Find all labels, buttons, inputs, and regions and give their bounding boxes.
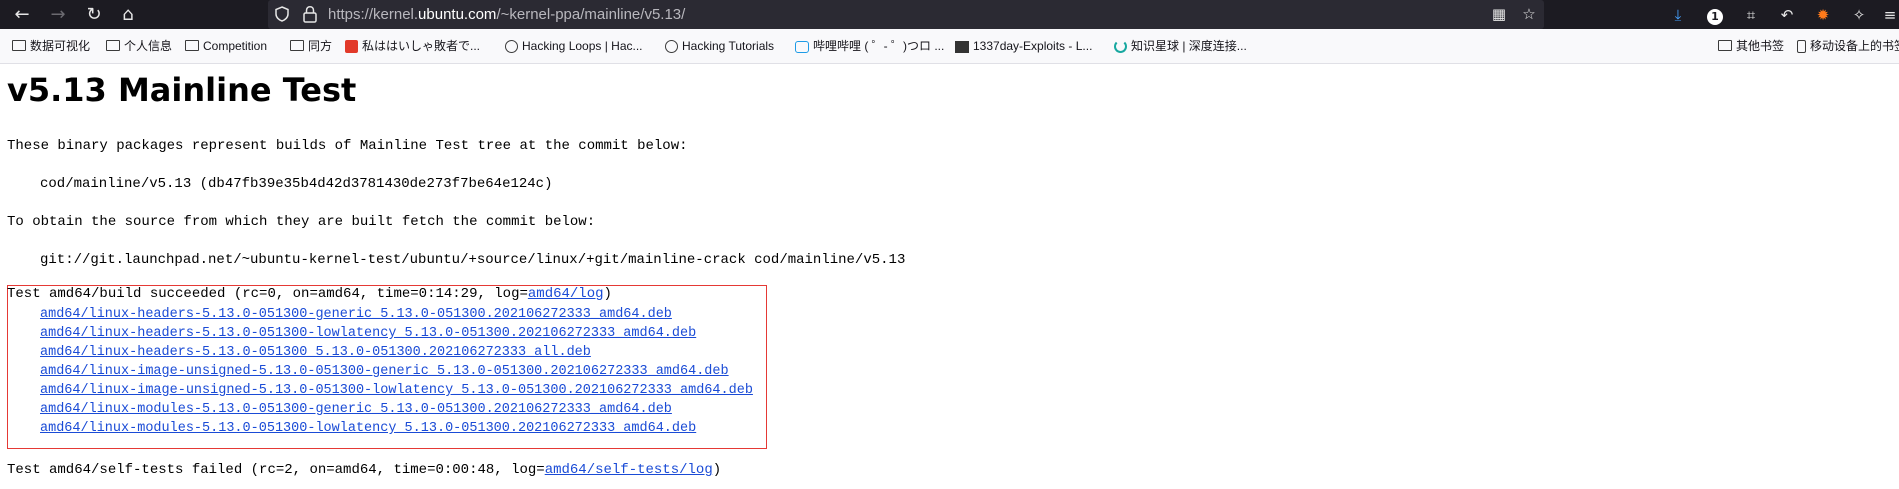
crop-icon[interactable]: ⌗ (1741, 5, 1761, 25)
selftest-status-line: Test amd64/self-tests failed (rc=2, on=a… (7, 461, 721, 480)
shield-icon[interactable] (274, 6, 290, 22)
reload-icon[interactable]: ↻ (80, 0, 108, 29)
deb-file-link[interactable]: amd64/linux-modules-5.13.0-051300-generi… (40, 400, 753, 419)
url-text[interactable]: https://kernel.ubuntu.com/~kernel-ppa/ma… (328, 0, 685, 29)
bookmark-link[interactable]: Hacking Loops | Hac... (505, 29, 643, 63)
deb-file-link[interactable]: amd64/linux-headers-5.13.0-051300-lowlat… (40, 324, 753, 343)
address-bar[interactable]: https://kernel.ubuntu.com/~kernel-ppa/ma… (268, 0, 1544, 29)
home-icon[interactable]: ⌂ (114, 0, 142, 29)
tv-icon (795, 40, 809, 53)
red-square-icon (345, 40, 358, 54)
bookmark-folder[interactable]: 数据可视化 (12, 29, 90, 63)
bookmarks-bar: 数据可视化 个人信息 Competition 同方 私ははいしゃ敗者で... H… (0, 29, 1899, 64)
bookmark-label: Competition (203, 39, 268, 53)
bookmark-link[interactable]: Hacking Tutorials (665, 29, 774, 63)
deb-file-link[interactable]: amd64/linux-modules-5.13.0-051300-lowlat… (40, 419, 753, 438)
deb-file-link[interactable]: amd64/linux-headers-5.13.0-051300-generi… (40, 305, 753, 324)
fetch-line: git://git.launchpad.net/~ubuntu-kernel-t… (40, 252, 906, 268)
bookmark-link[interactable]: 1337day-Exploits - L... (955, 29, 1092, 63)
bookmark-label: 同方 (308, 39, 333, 53)
commit-line: cod/mainline/v5.13 (db47fb39e35b4d42d378… (40, 176, 553, 192)
bookmark-label: 其他书签 (1736, 39, 1785, 53)
folder-icon (1718, 40, 1732, 52)
bookmark-label: 个人信息 (124, 39, 173, 53)
menu-icon[interactable]: ≡ (1880, 5, 1899, 25)
build-status-close: ) (603, 286, 612, 302)
dark-square-icon (955, 40, 969, 53)
bookmark-label: Hacking Tutorials (682, 39, 775, 53)
bookmark-link[interactable]: 私ははいしゃ敗者で... (345, 29, 480, 63)
globe-icon (665, 40, 678, 54)
notification-badge-icon[interactable]: 1 (1705, 5, 1725, 25)
folder-icon (12, 40, 26, 52)
bookmark-folder[interactable]: Competition (185, 29, 267, 63)
folder-icon (290, 40, 304, 52)
fetch-intro-text: To obtain the source from which they are… (7, 214, 596, 230)
forward-arrow-icon[interactable]: → (44, 0, 72, 29)
bookmark-folder[interactable]: 同方 (290, 29, 332, 63)
extension-fox-icon[interactable]: ✹ (1813, 5, 1833, 25)
deb-file-link[interactable]: amd64/linux-image-unsigned-5.13.0-051300… (40, 381, 753, 400)
extensions-puzzle-icon[interactable]: ✧ (1849, 5, 1869, 25)
deb-file-link[interactable]: amd64/linux-headers-5.13.0-051300_5.13.0… (40, 343, 753, 362)
undo-arrow-icon[interactable]: ↶ (1777, 5, 1797, 25)
bookmark-label: 私ははいしゃ敗者で... (362, 39, 481, 53)
folder-icon (185, 40, 199, 52)
bookmark-link[interactable]: 哔哩哔哩 ( ゜- ゜)つロ ... (795, 29, 944, 63)
notification-count: 1 (1707, 9, 1723, 25)
selftest-status-close: ) (712, 462, 722, 478)
bookmark-link[interactable]: 知识星球 | 深度连接... (1114, 29, 1247, 63)
build-log-link[interactable]: amd64/log (528, 286, 604, 302)
url-path: /~kernel-ppa/mainline/v5.13/ (496, 6, 686, 23)
selftest-log-link[interactable]: amd64/self-tests/log (545, 462, 713, 478)
file-list: amd64/linux-headers-5.13.0-051300-generi… (40, 305, 753, 438)
bookmark-label: 1337day-Exploits - L... (973, 39, 1093, 53)
page-content: v5.13 Mainline Test These binary package… (0, 63, 1899, 489)
bookmark-label: 数据可视化 (30, 39, 91, 53)
lock-icon[interactable] (302, 5, 318, 23)
build-status-text: Test amd64/build succeeded (rc=0, on=amd… (7, 286, 528, 302)
bookmark-folder-other[interactable]: 其他书签 (1718, 29, 1784, 63)
phone-icon (1797, 40, 1806, 54)
url-prefix: https://kernel. (328, 6, 419, 23)
page-title: v5.13 Mainline Test (7, 71, 357, 109)
browser-toolbar: ← → ↻ ⌂ https://kernel.ubuntu.com/~kerne… (0, 0, 1899, 29)
deb-file-link[interactable]: amd64/linux-image-unsigned-5.13.0-051300… (40, 362, 753, 381)
bookmark-folder[interactable]: 个人信息 (106, 29, 172, 63)
bookmark-label: 哔哩哔哩 ( ゜- ゜)つロ ... (813, 39, 945, 53)
ring-icon (1114, 40, 1127, 54)
globe-icon (505, 40, 518, 54)
bookmark-star-icon[interactable]: ☆ (1520, 5, 1538, 23)
bookmark-folder-mobile[interactable]: 移动设备上的书签 (1797, 29, 1899, 63)
intro-text: These binary packages represent builds o… (7, 138, 688, 154)
bookmark-label: 移动设备上的书签 (1810, 39, 1899, 53)
build-status-line: Test amd64/build succeeded (rc=0, on=amd… (7, 285, 612, 304)
download-icon[interactable]: ⤓ (1668, 5, 1688, 25)
folder-icon (106, 40, 120, 52)
qr-code-icon[interactable]: ▦ (1490, 5, 1508, 23)
back-arrow-icon[interactable]: ← (8, 0, 36, 29)
bookmark-label: Hacking Loops | Hac... (522, 39, 643, 53)
selftest-status-text: Test amd64/self-tests failed (rc=2, on=a… (7, 462, 545, 478)
url-host: ubuntu.com (418, 6, 497, 23)
bookmark-label: 知识星球 | 深度连接... (1131, 39, 1247, 53)
